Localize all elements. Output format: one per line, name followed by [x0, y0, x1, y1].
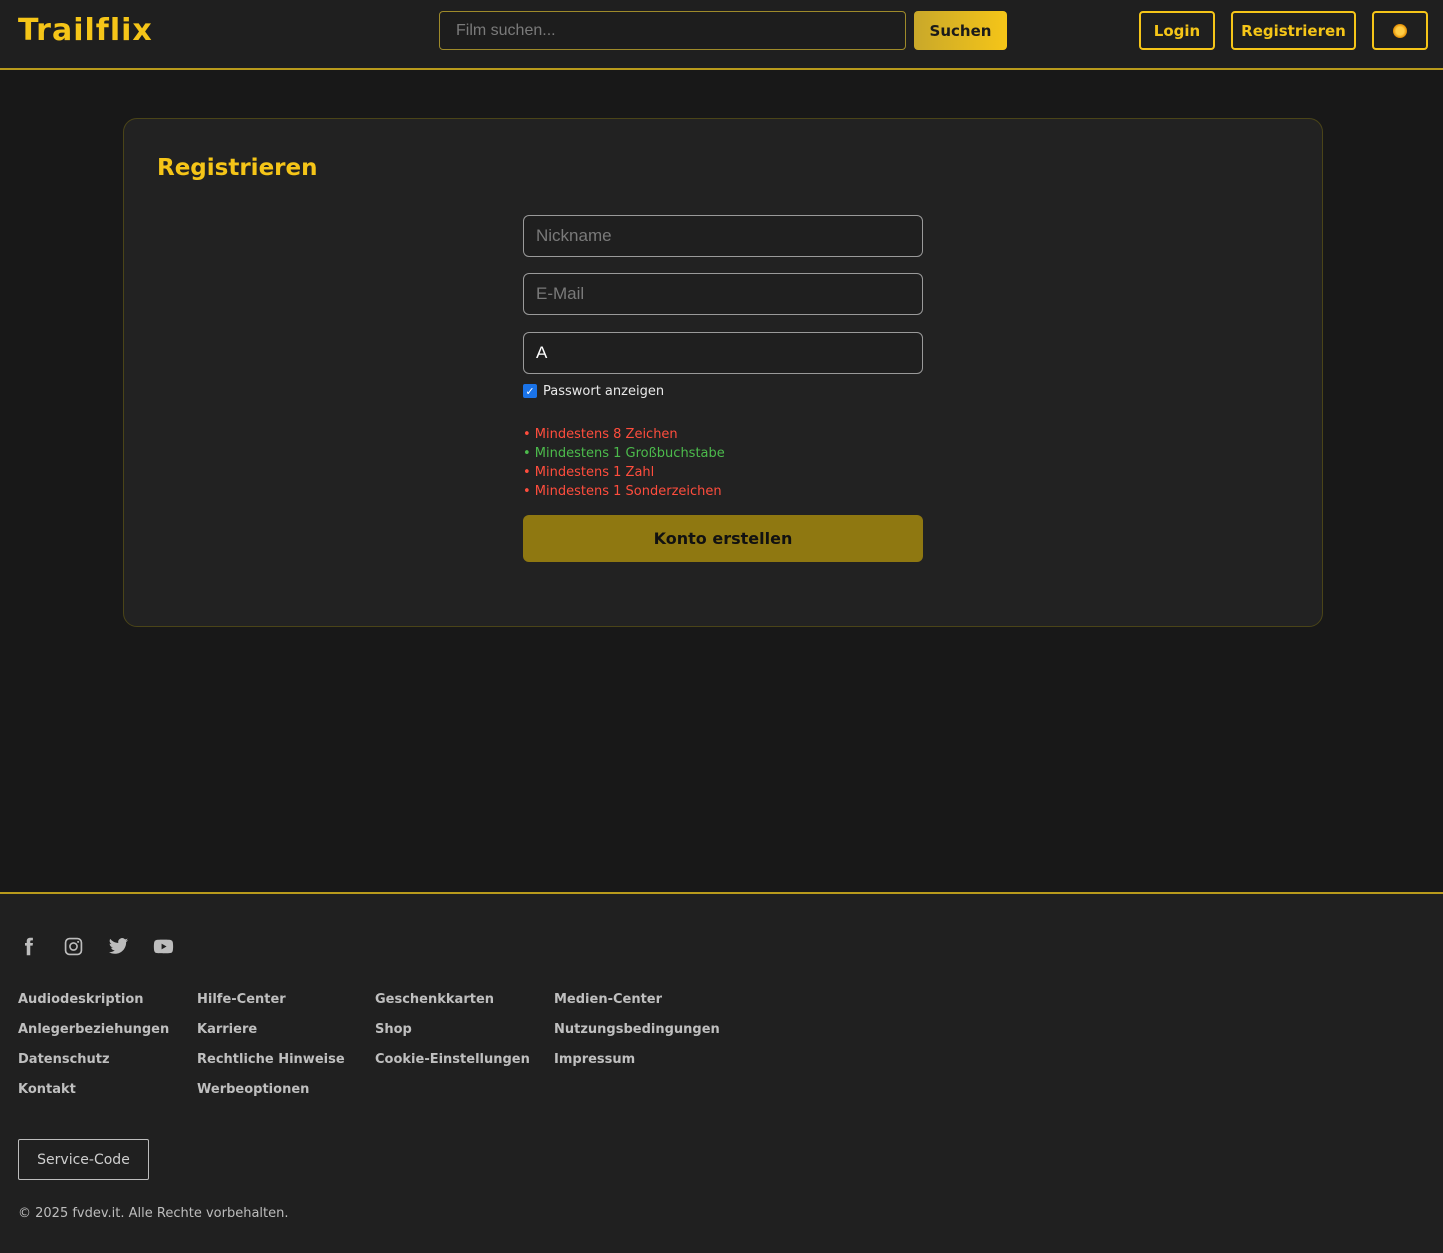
footer-link[interactable]: Anlegerbeziehungen — [18, 1020, 169, 1050]
password-rules: • Mindestens 8 Zeichen • Mindestens 1 Gr… — [523, 425, 725, 501]
create-account-button[interactable]: Konto erstellen — [523, 515, 923, 562]
sun-icon — [1393, 24, 1407, 38]
twitter-icon[interactable] — [108, 936, 129, 957]
social-links — [18, 936, 174, 957]
facebook-icon[interactable] — [18, 936, 39, 957]
footer-link[interactable]: Audiodeskription — [18, 990, 169, 1020]
youtube-icon[interactable] — [153, 936, 174, 957]
show-password-checkbox[interactable]: ✓ — [523, 384, 537, 398]
password-rule: • Mindestens 8 Zeichen — [523, 427, 678, 442]
footer-link[interactable]: Cookie-Einstellungen — [375, 1050, 530, 1080]
footer-link[interactable]: Hilfe-Center — [197, 990, 345, 1020]
footer-link-column: Medien-Center Nutzungsbedingungen Impres… — [554, 990, 720, 1080]
show-password-toggle[interactable]: ✓ Passwort anzeigen — [523, 382, 664, 400]
email-field[interactable] — [523, 273, 923, 315]
search-input[interactable] — [439, 11, 906, 50]
footer-link-column: Audiodeskription Anlegerbeziehungen Date… — [18, 990, 169, 1110]
instagram-icon[interactable] — [63, 936, 84, 957]
password-rule: • Mindestens 1 Großbuchstabe — [523, 446, 725, 461]
footer-link[interactable]: Medien-Center — [554, 990, 720, 1020]
login-button[interactable]: Login — [1139, 11, 1215, 50]
footer-link[interactable]: Kontakt — [18, 1080, 169, 1110]
site-logo[interactable]: Trailflix — [18, 13, 153, 48]
page-title: Registrieren — [157, 155, 318, 181]
theme-toggle-button[interactable] — [1372, 11, 1428, 50]
register-button[interactable]: Registrieren — [1231, 11, 1356, 50]
footer-link[interactable]: Rechtliche Hinweise — [197, 1050, 345, 1080]
footer-link[interactable]: Geschenkkarten — [375, 990, 530, 1020]
register-card: Registrieren ✓ Passwort anzeigen • Minde… — [123, 118, 1323, 627]
copyright-text: © 2025 fvdev.it. Alle Rechte vorbehalten… — [18, 1206, 289, 1221]
footer-link[interactable]: Datenschutz — [18, 1050, 169, 1080]
footer-link-column: Geschenkkarten Shop Cookie-Einstellungen — [375, 990, 530, 1080]
show-password-label: Passwort anzeigen — [543, 383, 665, 399]
footer-link[interactable]: Impressum — [554, 1050, 720, 1080]
site-footer: Audiodeskription Anlegerbeziehungen Date… — [0, 892, 1443, 1253]
password-rule: • Mindestens 1 Sonderzeichen — [523, 484, 722, 499]
site-header: Trailflix Suchen Login Registrieren — [0, 0, 1443, 70]
footer-link[interactable]: Werbeoptionen — [197, 1080, 345, 1110]
footer-link-column: Hilfe-Center Karriere Rechtliche Hinweis… — [197, 990, 345, 1110]
password-rule: • Mindestens 1 Zahl — [523, 465, 655, 480]
footer-link[interactable]: Karriere — [197, 1020, 345, 1050]
search-button[interactable]: Suchen — [914, 11, 1007, 50]
service-code-button[interactable]: Service-Code — [18, 1139, 149, 1180]
password-field[interactable] — [523, 332, 923, 374]
nickname-field[interactable] — [523, 215, 923, 257]
footer-link[interactable]: Shop — [375, 1020, 530, 1050]
footer-link[interactable]: Nutzungsbedingungen — [554, 1020, 720, 1050]
